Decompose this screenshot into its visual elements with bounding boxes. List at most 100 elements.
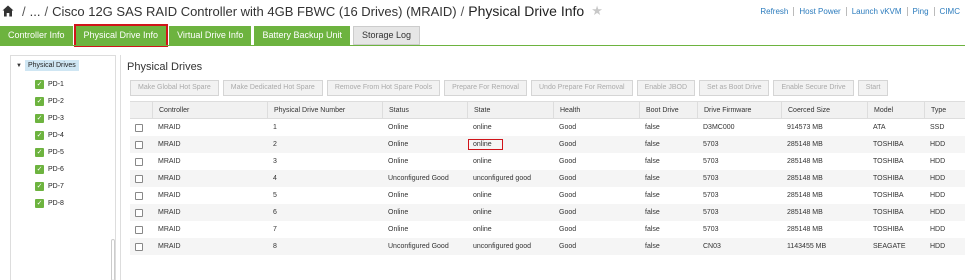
- cell-model: TOSHIBA: [873, 175, 904, 182]
- cell-health: Good: [559, 243, 577, 250]
- launch-vkvm-link[interactable]: Launch vKVM: [847, 7, 908, 16]
- cell-state: online: [467, 136, 553, 153]
- breadcrumb-separator: /: [22, 3, 26, 19]
- cell-drive-number: 7: [273, 226, 277, 233]
- tree-item-label: PD-1: [48, 81, 64, 88]
- ping-link[interactable]: Ping: [908, 7, 935, 16]
- table-row[interactable]: MRAID 1 Online online Good false D3MC000…: [130, 119, 965, 136]
- undo-prepare-for-removal-button[interactable]: Undo Prepare For Removal: [531, 80, 633, 96]
- tab-divider: [0, 45, 965, 46]
- enable-jbod-button[interactable]: Enable JBOD: [636, 80, 696, 96]
- tree-item-pd-8[interactable]: ✓ PD-8: [35, 195, 64, 212]
- breadcrumb-controller[interactable]: Cisco 12G SAS RAID Controller with 4GB F…: [52, 4, 457, 19]
- tree-item-pd-3[interactable]: ✓ PD-3: [35, 110, 64, 127]
- drive-tree: ▼ Physical Drives ✓ PD-1 ✓ PD-2 ✓ PD-3 ✓ PD-…: [10, 55, 116, 280]
- column-header-controller[interactable]: Controller: [152, 102, 267, 118]
- cell-firmware: 5703: [703, 226, 719, 233]
- row-checkbox[interactable]: [135, 208, 143, 217]
- column-header-state[interactable]: State: [467, 102, 553, 118]
- cell-state: online: [473, 209, 492, 216]
- checkmark-icon: ✓: [35, 80, 44, 89]
- cell-state: unconfigured good: [473, 175, 531, 182]
- tree-item-pd-7[interactable]: ✓ PD-7: [35, 178, 64, 195]
- set-as-boot-drive-button[interactable]: Set as Boot Drive: [699, 80, 770, 96]
- tree-root-label[interactable]: Physical Drives: [24, 60, 79, 71]
- cell-health: Good: [559, 141, 577, 148]
- table-row[interactable]: MRAID 6 Online online Good false 5703 28…: [130, 204, 965, 221]
- tree-item-pd-5[interactable]: ✓ PD-5: [35, 144, 64, 161]
- column-header-coerced-size[interactable]: Coerced Size: [781, 102, 867, 118]
- column-header-type[interactable]: Type: [924, 102, 965, 118]
- column-header-physical-drive-number[interactable]: Physical Drive Number: [267, 102, 382, 118]
- cimc-link[interactable]: CIMC: [935, 7, 965, 16]
- column-header-health[interactable]: Health: [553, 102, 639, 118]
- cell-firmware: CN03: [703, 243, 721, 250]
- refresh-link[interactable]: Refresh: [755, 7, 795, 16]
- tab-storage-log[interactable]: Storage Log: [352, 26, 421, 45]
- column-header-model[interactable]: Model: [867, 102, 924, 118]
- table-row[interactable]: MRAID 8 Unconfigured Good unconfigured g…: [130, 238, 965, 255]
- row-checkbox[interactable]: [135, 242, 143, 251]
- cell-boot-drive: false: [645, 158, 660, 165]
- make-global-hot-spare-button[interactable]: Make Global Hot Spare: [130, 80, 219, 96]
- page-title: Physical Drive Info: [468, 3, 585, 19]
- cell-type: SSD: [930, 124, 945, 131]
- caret-down-icon[interactable]: ▼: [16, 63, 22, 69]
- table-row[interactable]: MRAID 5 Online online Good false 5703 28…: [130, 187, 965, 204]
- star-icon[interactable]: ★: [591, 3, 603, 19]
- cell-boot-drive: false: [645, 226, 660, 233]
- tab-physical-drive-info[interactable]: Physical Drive Info: [73, 24, 169, 47]
- header-select-cell: [130, 102, 152, 118]
- cell-controller: MRAID: [158, 141, 181, 148]
- tree-item-pd-4[interactable]: ✓ PD-4: [35, 127, 64, 144]
- breadcrumb-ellipsis[interactable]: ...: [30, 4, 41, 19]
- row-select-cell: [130, 204, 152, 221]
- tree-root-physical-drives[interactable]: ▼ Physical Drives: [16, 60, 79, 71]
- table-row[interactable]: MRAID 3 Online online Good false 5703 28…: [130, 153, 965, 170]
- table-row[interactable]: MRAID 2 Online online Good false 5703 28…: [130, 136, 965, 153]
- cell-firmware: 5703: [703, 192, 719, 199]
- tab-virtual-drive-info[interactable]: Virtual Drive Info: [169, 26, 252, 45]
- cell-model: TOSHIBA: [873, 192, 904, 199]
- enable-secure-drive-button[interactable]: Enable Secure Drive: [773, 80, 854, 96]
- tree-item-pd-6[interactable]: ✓ PD-6: [35, 161, 64, 178]
- row-select-cell: [130, 221, 152, 238]
- table-row[interactable]: MRAID 7 Online online Good false 5703 28…: [130, 221, 965, 238]
- row-checkbox[interactable]: [135, 174, 143, 183]
- remove-from-hot-spare-pools-button[interactable]: Remove From Hot Spare Pools: [326, 80, 441, 96]
- row-checkbox[interactable]: [135, 140, 143, 149]
- home-icon[interactable]: [2, 5, 14, 17]
- row-select-cell: [130, 238, 152, 255]
- tab-battery-backup-unit[interactable]: Battery Backup Unit: [254, 26, 350, 45]
- checkmark-icon: ✓: [35, 148, 44, 157]
- host-power-link[interactable]: Host Power: [794, 7, 847, 16]
- row-checkbox[interactable]: [135, 225, 143, 234]
- cell-type: HDD: [930, 158, 946, 165]
- tree-scrollbar[interactable]: [111, 239, 115, 280]
- make-dedicated-hot-spare-button[interactable]: Make Dedicated Hot Spare: [222, 80, 323, 96]
- cell-health: Good: [559, 209, 577, 216]
- table-row[interactable]: MRAID 4 Unconfigured Good unconfigured g…: [130, 170, 965, 187]
- cell-health: Good: [559, 175, 577, 182]
- cell-health: Good: [559, 158, 577, 165]
- cell-model: TOSHIBA: [873, 209, 904, 216]
- tree-item-pd-2[interactable]: ✓ PD-2: [35, 93, 64, 110]
- cell-boot-drive: false: [645, 175, 660, 182]
- tree-item-pd-1[interactable]: ✓ PD-1: [35, 76, 64, 93]
- row-checkbox[interactable]: [135, 157, 143, 166]
- row-checkbox[interactable]: [135, 191, 143, 200]
- row-checkbox[interactable]: [135, 123, 143, 132]
- tree-item-label: PD-2: [48, 98, 64, 105]
- start-button[interactable]: Start: [857, 80, 889, 96]
- column-header-boot-drive[interactable]: Boot Drive: [639, 102, 697, 118]
- tree-item-label: PD-7: [48, 183, 64, 190]
- column-header-status[interactable]: Status: [382, 102, 467, 118]
- prepare-for-removal-button[interactable]: Prepare For Removal: [444, 80, 527, 96]
- cell-state: online: [473, 226, 492, 233]
- cell-type: HDD: [930, 243, 946, 250]
- column-header-drive-firmware[interactable]: Drive Firmware: [697, 102, 781, 118]
- cell-coerced-size: 914573 MB: [787, 124, 823, 131]
- cell-drive-number: 3: [273, 158, 277, 165]
- tree-item-label: PD-5: [48, 149, 64, 156]
- tab-controller-info[interactable]: Controller Info: [0, 26, 73, 45]
